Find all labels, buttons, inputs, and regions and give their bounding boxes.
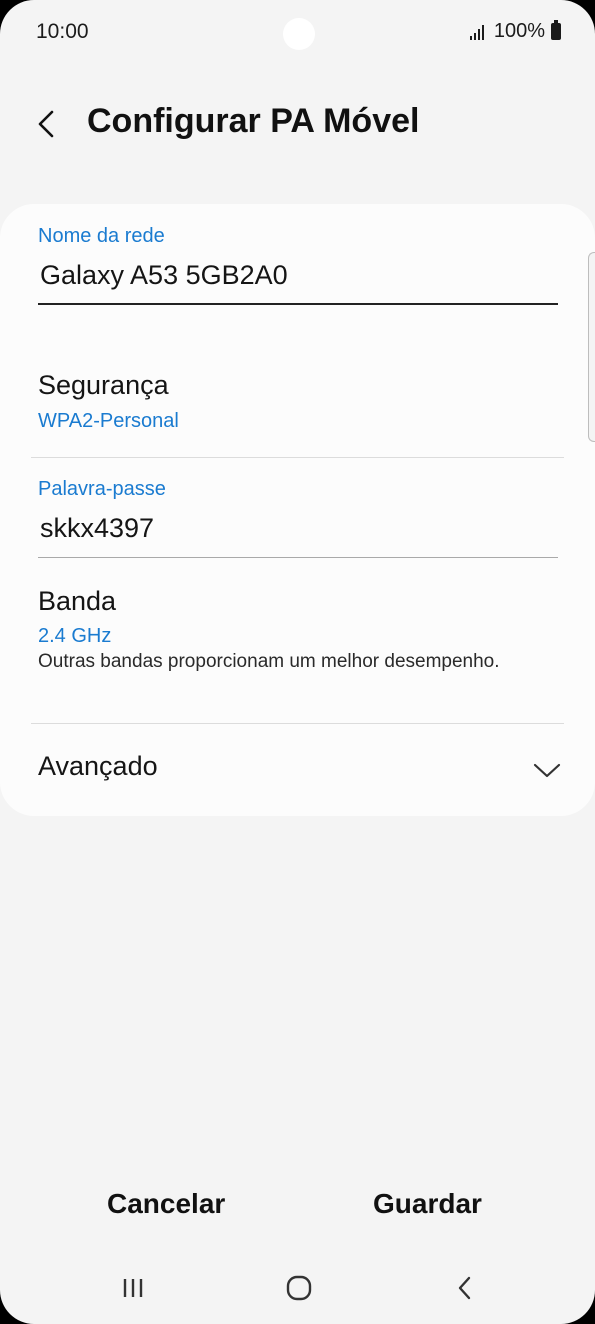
back-arrow-icon[interactable] <box>30 106 66 142</box>
band-title: Banda <box>38 586 117 616</box>
band-value: 2.4 GHz <box>38 625 112 647</box>
status-right: 100% <box>469 20 561 43</box>
status-time: 10:00 <box>36 20 89 43</box>
security-title: Segurança <box>38 370 169 400</box>
navigation-bar <box>0 1258 595 1318</box>
recents-icon[interactable] <box>108 1266 158 1310</box>
battery-percent: 100% <box>493 20 545 42</box>
save-button[interactable]: Guardar <box>373 1188 482 1220</box>
divider <box>31 457 564 458</box>
password-label: Palavra-passe <box>38 478 166 500</box>
chevron-down-icon[interactable] <box>533 760 561 780</box>
app-header: Configurar PA Móvel <box>0 92 595 162</box>
divider <box>31 723 564 724</box>
cancel-button[interactable]: Cancelar <box>107 1188 225 1220</box>
page-title: Configurar PA Móvel <box>87 102 420 140</box>
security-value: WPA2-Personal <box>38 410 179 432</box>
settings-card: Nome da rede Segurança WPA2-Personal Pal… <box>0 204 595 816</box>
network-name-label: Nome da rede <box>38 225 165 247</box>
screen: 10:00 100% Configurar PA Móvel Nome da r… <box>0 0 595 1324</box>
advanced-title: Avançado <box>38 751 158 781</box>
scroll-indicator[interactable] <box>588 252 595 442</box>
band-description: Outras bandas proporcionam um melhor des… <box>38 651 500 672</box>
camera-cutout <box>283 18 315 50</box>
signal-icon <box>469 24 484 40</box>
password-underline <box>38 557 558 558</box>
battery-icon <box>551 20 561 40</box>
network-name-underline <box>38 303 558 305</box>
password-input[interactable] <box>40 513 540 544</box>
status-bar: 10:00 100% <box>0 0 595 66</box>
nav-back-icon[interactable] <box>440 1266 490 1310</box>
home-icon[interactable] <box>274 1266 324 1310</box>
network-name-input[interactable] <box>40 260 540 291</box>
bottom-actions: Cancelar Guardar <box>0 1188 595 1244</box>
